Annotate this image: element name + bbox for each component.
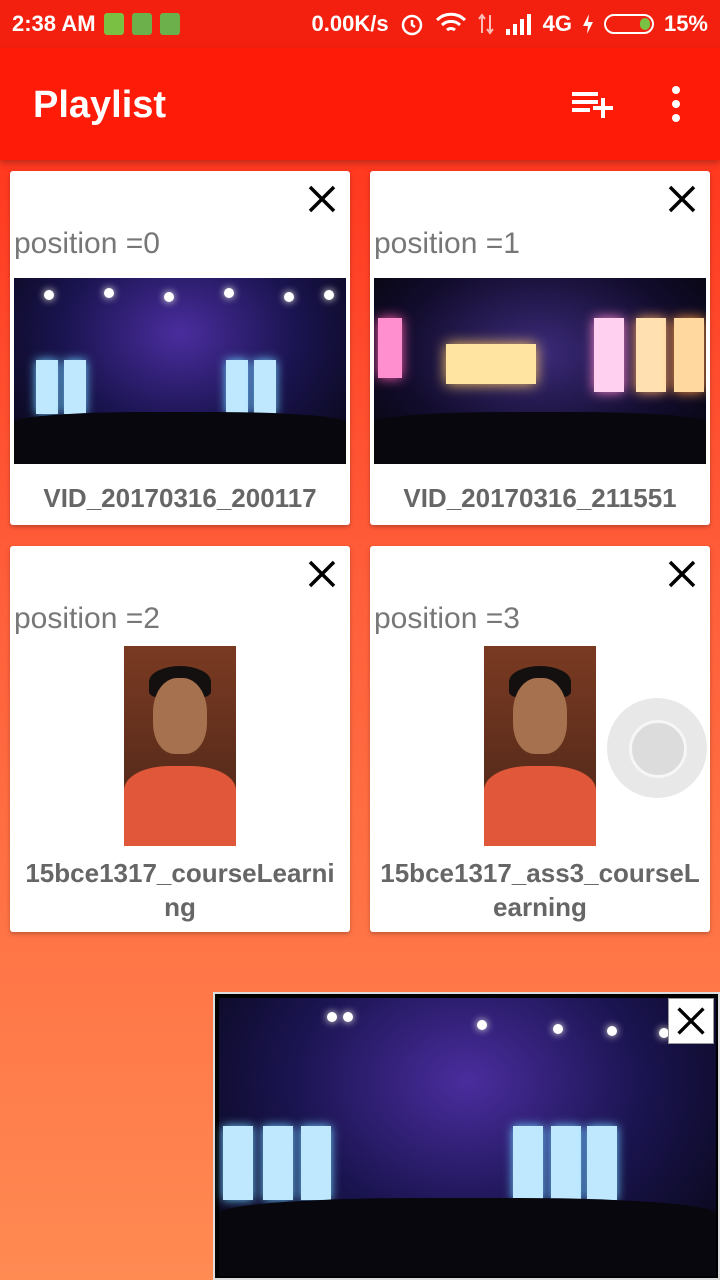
floating-touch-button[interactable] (607, 698, 707, 798)
battery-icon (603, 14, 654, 34)
alarm-icon (401, 14, 422, 36)
android-icon (131, 13, 152, 35)
android-icon (159, 13, 180, 35)
video-name: VID_20170316_211551 (403, 483, 677, 513)
mini-player[interactable] (213, 992, 720, 1280)
wifi-icon (435, 12, 466, 32)
charging-icon (582, 14, 593, 34)
video-name: 15bce1317_ass3_courseLearning (380, 858, 700, 922)
playlist-add-icon[interactable] (570, 84, 614, 124)
position-label: position =2 (14, 602, 160, 635)
network-speed: 0.00K/s (311, 11, 389, 36)
more-vert-icon[interactable] (664, 84, 688, 124)
network-type: 4G (542, 11, 572, 36)
close-icon[interactable] (664, 556, 700, 592)
data-transfer-icon (477, 13, 494, 35)
video-thumbnail[interactable] (374, 278, 706, 464)
battery-percent: 15% (663, 11, 708, 36)
signal-icon (505, 14, 531, 35)
status-time: 2:38 AM (12, 11, 96, 36)
video-name: 15bce1317_courseLearning (25, 858, 335, 922)
close-icon[interactable] (304, 556, 340, 592)
position-label: position =0 (14, 227, 160, 260)
close-icon[interactable] (304, 181, 340, 217)
position-label: position =1 (374, 227, 520, 260)
playlist-card[interactable]: position =0 VID_20170316_200117 (10, 171, 350, 525)
video-name: VID_20170316_200117 (43, 483, 317, 513)
video-thumbnail[interactable] (14, 278, 346, 464)
playlist-card[interactable]: position =2 15bce1317_courseLearning (10, 546, 350, 932)
app-bar: Playlist (0, 48, 720, 160)
status-bar: 2:38 AM 0.00K/s 4G 15% (0, 0, 720, 48)
player-video[interactable] (219, 998, 716, 1276)
page-title: Playlist (33, 84, 167, 126)
playlist-card[interactable]: position =1 VID_20170316_211551 (370, 171, 710, 525)
battery-saver-icon (103, 13, 124, 35)
video-thumbnail[interactable] (484, 646, 596, 846)
position-label: position =3 (374, 602, 520, 635)
video-thumbnail[interactable] (124, 646, 236, 846)
close-icon[interactable] (664, 181, 700, 217)
close-icon[interactable] (668, 998, 714, 1044)
